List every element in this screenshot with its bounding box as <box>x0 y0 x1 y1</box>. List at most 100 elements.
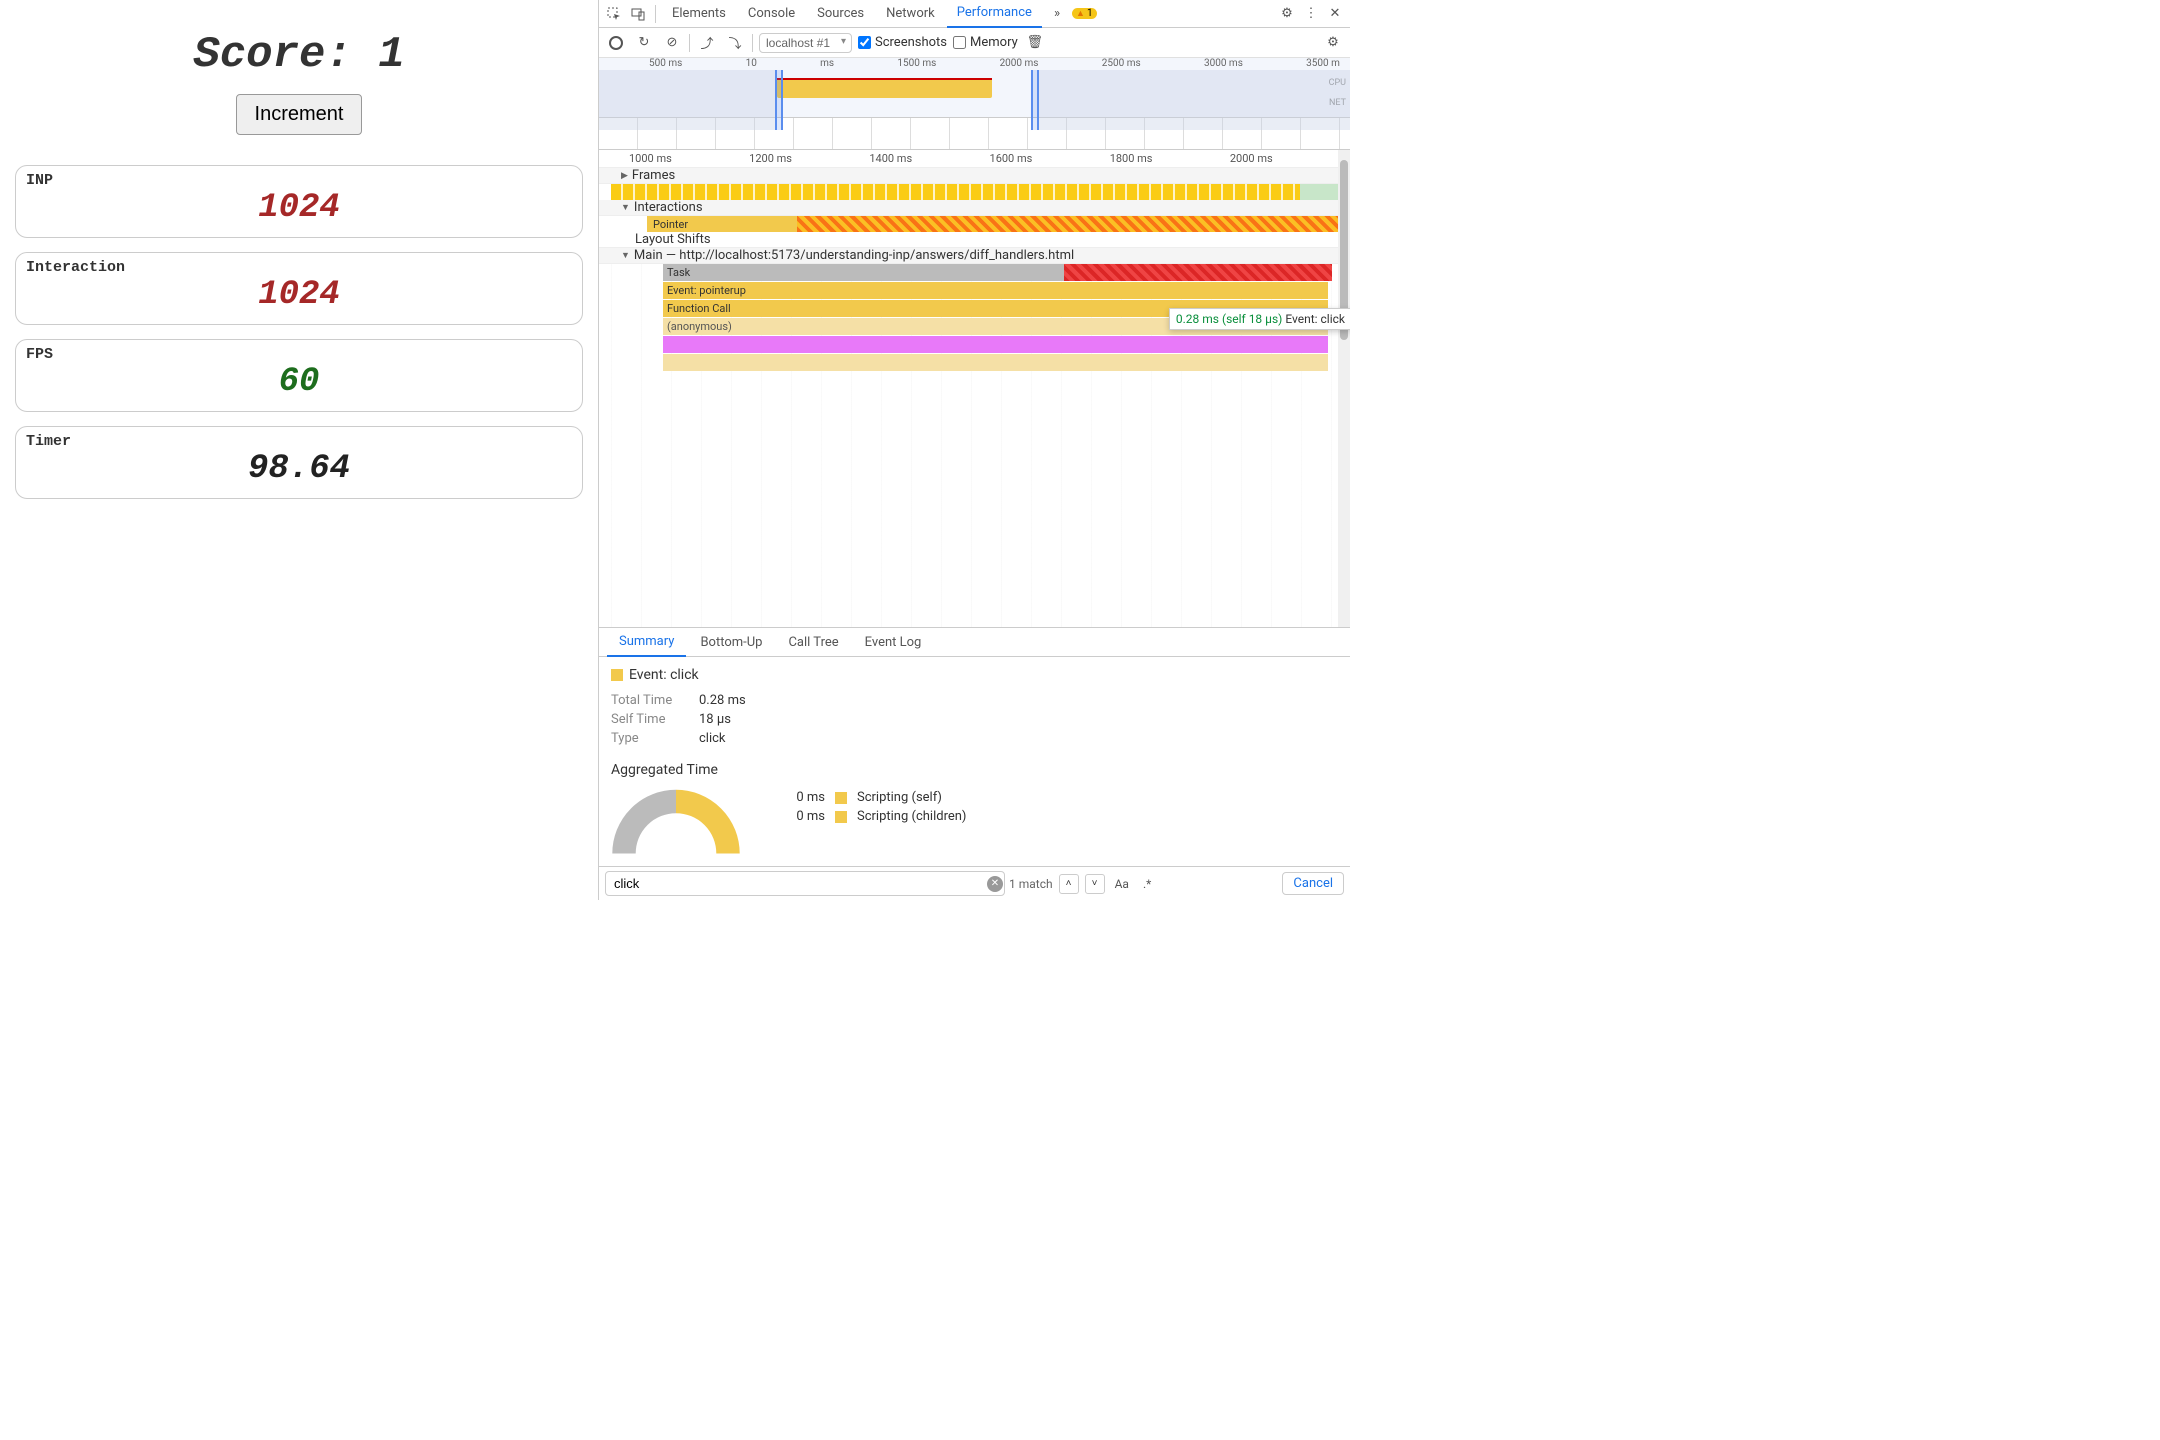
interactions-row[interactable]: Pointer <box>647 216 1350 232</box>
devtools-tab-bar: Elements Console Sources Network Perform… <box>599 0 1350 28</box>
bar-layout[interactable] <box>663 336 1328 353</box>
separator <box>689 34 690 52</box>
kv-value: 0.28 ms <box>699 693 746 708</box>
warning-badge[interactable]: 1 <box>1072 8 1097 19</box>
track-main[interactable]: ▼Main — http://localhost:5173/understand… <box>599 248 1350 264</box>
separator <box>655 5 656 23</box>
flame-ruler: 1000 ms 1200 ms 1400 ms 1600 ms 1800 ms … <box>599 150 1350 168</box>
tooltip-time: 0.28 ms (self 18 µs) <box>1176 312 1282 326</box>
device-toggle-icon[interactable] <box>627 3 649 25</box>
track-frames[interactable]: ▶Frames <box>599 168 1350 184</box>
kv-value: 18 µs <box>699 712 731 727</box>
aggregated-time: Aggregated Time 0 msScripting (self) 0 m… <box>611 762 1338 856</box>
screenshots-checkbox[interactable]: Screenshots <box>858 35 947 50</box>
search-input[interactable] <box>605 871 1005 896</box>
summary-tab-bottomup[interactable]: Bottom-Up <box>688 627 774 657</box>
performance-toolbar: ↻ ⊘ ⤴ ⤵ localhost #1 Screenshots Memory … <box>599 28 1350 58</box>
kv-key: Total Time <box>611 693 685 708</box>
tabs-overflow[interactable]: » <box>1044 0 1070 28</box>
metric-card-fps: FPS 60 <box>15 339 583 412</box>
metric-card-inp: INP 1024 <box>15 165 583 238</box>
summary-event-title: Event: click <box>611 667 1338 683</box>
flame-chart[interactable]: 1000 ms 1200 ms 1400 ms 1600 ms 1800 ms … <box>599 150 1350 627</box>
track-layout-shifts[interactable]: Layout Shifts <box>599 232 1350 248</box>
devtools-panel: Elements Console Sources Network Perform… <box>598 0 1350 900</box>
gc-icon[interactable]: 🗑 <box>1024 32 1046 54</box>
close-icon[interactable]: ✕ <box>1324 3 1346 25</box>
download-icon[interactable]: ⤵ <box>724 32 746 54</box>
memory-checkbox[interactable]: Memory <box>953 35 1018 50</box>
gear-icon[interactable]: ⚙ <box>1276 3 1298 25</box>
pointer-stripe[interactable] <box>797 216 1342 232</box>
metric-value: 60 <box>26 363 572 401</box>
search-prev-button[interactable]: ˄ <box>1059 874 1079 894</box>
metric-card-interaction: Interaction 1024 <box>15 252 583 325</box>
kebab-icon[interactable]: ⋮ <box>1300 3 1322 25</box>
metric-card-timer: Timer 98.64 <box>15 426 583 499</box>
increment-button[interactable]: Increment <box>236 94 363 135</box>
overview-cpu-block <box>777 78 992 98</box>
track-interactions[interactable]: ▼Interactions <box>599 200 1350 216</box>
app-pane: Score: 1 Increment INP 1024 Interaction … <box>0 0 598 900</box>
search-match-count: 1 match <box>1009 877 1053 891</box>
tooltip-label: Event: click <box>1285 312 1345 326</box>
flame-tooltip: 0.28 ms (self 18 µs) Event: click <box>1169 308 1350 330</box>
overview-handle-left[interactable] <box>775 70 783 130</box>
frames-row[interactable] <box>611 184 1350 200</box>
metric-label: Timer <box>26 433 572 450</box>
agg-legend: 0 msScripting (self) 0 msScripting (chil… <box>781 786 966 828</box>
swatch-scripting <box>611 669 623 681</box>
summary-body: Event: click Total Time 0.28 ms Self Time… <box>599 657 1350 866</box>
metric-label: Interaction <box>26 259 572 276</box>
overview-mask <box>1039 70 1350 130</box>
overview-mask <box>599 70 775 130</box>
donut-chart <box>611 786 741 856</box>
metric-value: 1024 <box>26 189 572 227</box>
score-title: Score: 1 <box>15 30 583 80</box>
search-bar: ✕ 1 match ˄ ˅ Aa .* Cancel <box>599 866 1350 900</box>
case-toggle[interactable]: Aa <box>1111 875 1133 893</box>
tab-sources[interactable]: Sources <box>807 0 874 28</box>
score-label: Score: <box>193 30 378 80</box>
overview-ruler: 500 ms 10 ms 1500 ms 2000 ms 2500 ms 300… <box>599 58 1350 70</box>
kv-value: click <box>699 731 726 746</box>
summary-tab-summary[interactable]: Summary <box>607 627 686 657</box>
upload-icon[interactable]: ⤴ <box>696 32 718 54</box>
bar-event-pointerup[interactable]: Event: pointerup <box>663 282 1328 299</box>
profile-select-wrap: localhost #1 <box>759 33 852 53</box>
bar-misc[interactable] <box>663 354 1328 371</box>
record-button[interactable] <box>605 32 627 54</box>
tab-console[interactable]: Console <box>738 0 805 28</box>
regex-toggle[interactable]: .* <box>1139 875 1155 893</box>
tab-network[interactable]: Network <box>876 0 945 28</box>
reload-record-button[interactable]: ↻ <box>633 32 655 54</box>
tab-elements[interactable]: Elements <box>662 0 736 28</box>
agg-title: Aggregated Time <box>611 762 1338 778</box>
tab-performance[interactable]: Performance <box>947 0 1042 28</box>
swatch-scripting <box>835 811 847 823</box>
metric-label: INP <box>26 172 572 189</box>
metric-value: 98.64 <box>26 450 572 488</box>
inspect-icon[interactable] <box>603 3 625 25</box>
separator <box>752 34 753 52</box>
clear-search-icon[interactable]: ✕ <box>987 876 1003 892</box>
main-thread-area[interactable]: Task Event: pointerup Function Call (ano… <box>611 264 1350 627</box>
overview-timeline[interactable]: 500 ms 10 ms 1500 ms 2000 ms 2500 ms 300… <box>599 58 1350 118</box>
profile-select[interactable]: localhost #1 <box>759 33 852 53</box>
summary-tab-bar: Summary Bottom-Up Call Tree Event Log <box>599 627 1350 657</box>
metric-label: FPS <box>26 346 572 363</box>
settings-gear-icon[interactable]: ⚙ <box>1322 32 1344 54</box>
clear-button[interactable]: ⊘ <box>661 32 683 54</box>
cancel-button[interactable]: Cancel <box>1282 872 1344 895</box>
flame-scrollbar[interactable] <box>1338 150 1350 627</box>
summary-tab-calltree[interactable]: Call Tree <box>776 627 850 657</box>
swatch-scripting <box>835 792 847 804</box>
pointer-bar[interactable]: Pointer <box>647 216 797 232</box>
score-value: 1 <box>378 30 404 80</box>
kv-key: Self Time <box>611 712 685 727</box>
kv-key: Type <box>611 731 685 746</box>
overview-handle-right[interactable] <box>1031 70 1039 130</box>
summary-tab-eventlog[interactable]: Event Log <box>853 627 934 657</box>
bar-task[interactable]: Task <box>663 264 1332 281</box>
search-next-button[interactable]: ˅ <box>1085 874 1105 894</box>
